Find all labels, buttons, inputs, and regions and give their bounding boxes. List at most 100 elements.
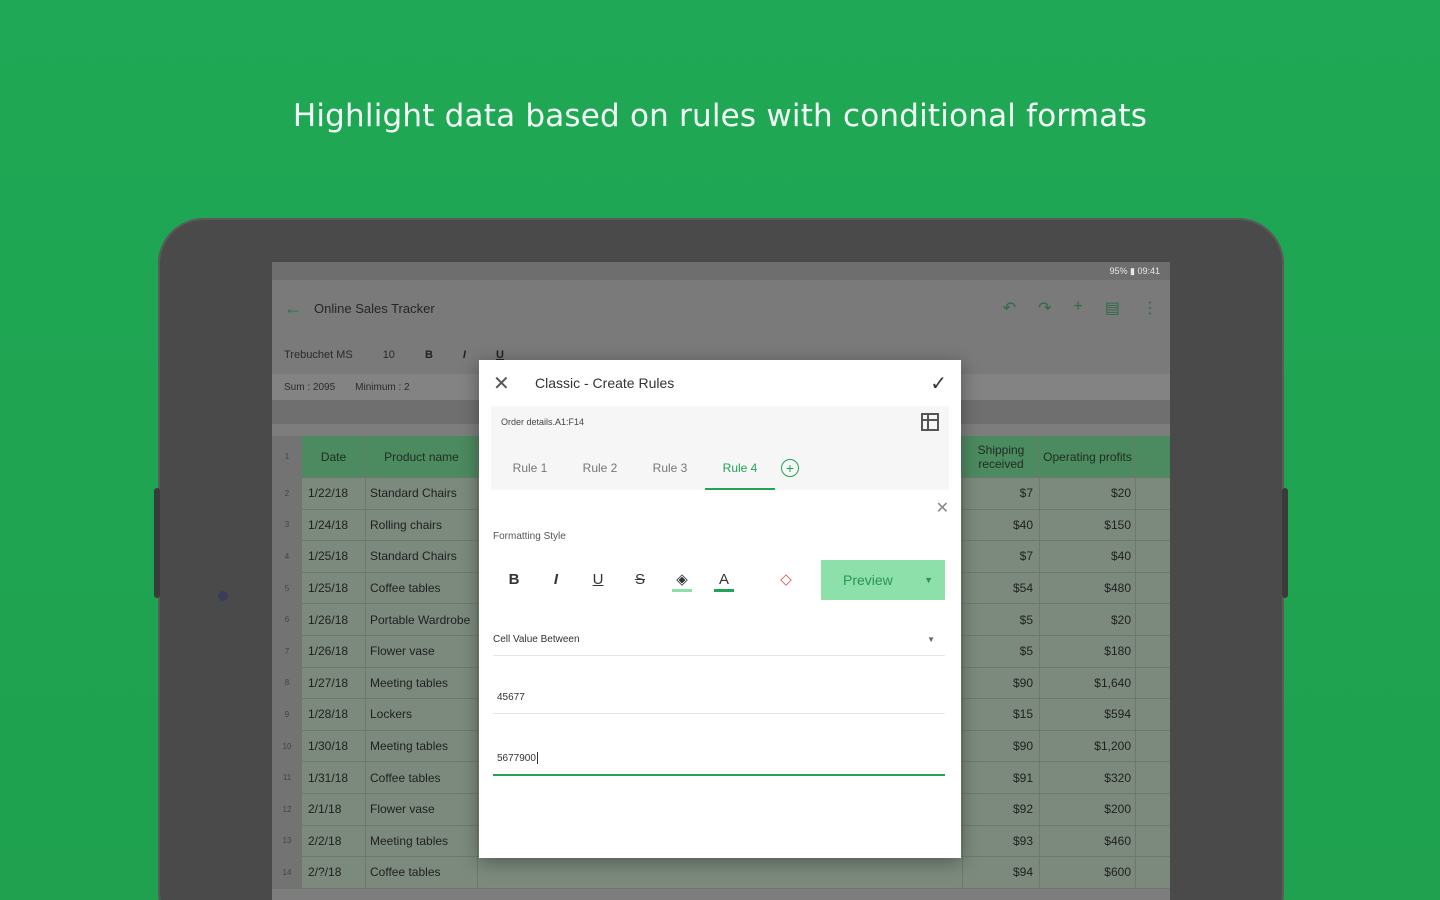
cell-product[interactable]: Rolling chairs — [366, 509, 478, 541]
dropdown-arrow-icon: ▼ — [927, 635, 935, 644]
cell-profit[interactable]: $1,200 — [1040, 730, 1136, 762]
minimum-value: Minimum : 2 — [355, 381, 410, 393]
row-number: 3 — [272, 509, 302, 541]
cell-shipping[interactable]: $93 — [962, 825, 1040, 857]
value-max-input[interactable]: 5677900 — [493, 742, 945, 776]
delete-rule-icon[interactable]: ✕ — [936, 498, 949, 518]
header-date[interactable]: Date — [302, 436, 366, 477]
row-number: 13 — [272, 825, 302, 857]
cell-profit[interactable]: $150 — [1040, 509, 1136, 541]
value-min-input[interactable]: 45677 — [493, 682, 945, 714]
cell-profit[interactable]: $180 — [1040, 635, 1136, 667]
cell-date[interactable]: 1/24/18 — [302, 509, 366, 541]
cell-product[interactable]: Standard Chairs — [366, 541, 478, 572]
bold-style-icon[interactable]: B — [493, 558, 535, 600]
tab-rule-4[interactable]: Rule 4 — [705, 446, 775, 490]
row-number: 9 — [272, 699, 302, 730]
sheet-icon[interactable]: ▤ — [1105, 298, 1120, 318]
add-rule-icon[interactable]: + — [781, 459, 799, 477]
rule-tabs: Rule 1 Rule 2 Rule 3 Rule 4 + — [491, 438, 949, 490]
cell-product[interactable]: Coffee tables — [366, 857, 478, 888]
cell-date[interactable]: 1/26/18 — [302, 604, 366, 635]
cell-shipping[interactable]: $90 — [962, 730, 1040, 762]
condition-select[interactable]: Cell Value Between ▼ — [493, 624, 945, 656]
preview-button[interactable]: Preview ▼ — [821, 560, 945, 600]
cell-shipping[interactable]: $91 — [962, 762, 1040, 793]
cell-shipping[interactable]: $54 — [962, 572, 1040, 604]
underline-style-icon[interactable]: U — [577, 558, 619, 600]
font-size-select[interactable]: 10 — [383, 349, 395, 361]
cell-profit[interactable]: $600 — [1040, 857, 1136, 888]
bold-icon[interactable]: B — [425, 349, 433, 361]
cell-profit[interactable]: $40 — [1040, 541, 1136, 572]
cell-date[interactable]: 2/2/18 — [302, 825, 366, 857]
cell-date[interactable]: 1/22/18 — [302, 478, 366, 509]
confirm-check-icon[interactable]: ✓ — [930, 371, 947, 396]
range-field[interactable]: Order details.A1:F14 — [491, 406, 949, 438]
preview-dropdown-icon[interactable]: ▼ — [924, 575, 933, 585]
cell-shipping[interactable]: $92 — [962, 793, 1040, 825]
add-icon[interactable]: + — [1074, 298, 1083, 318]
cell-product[interactable]: Flower vase — [366, 793, 478, 825]
cell-shipping[interactable]: $40 — [962, 509, 1040, 541]
cell-date[interactable]: 1/30/18 — [302, 730, 366, 762]
tab-rule-2[interactable]: Rule 2 — [565, 446, 635, 490]
tab-rule-3[interactable]: Rule 3 — [635, 446, 705, 490]
italic-icon[interactable]: I — [463, 349, 466, 361]
more-icon[interactable]: ⋮ — [1142, 298, 1158, 318]
text-color-icon[interactable]: A — [703, 558, 745, 600]
header-product[interactable]: Product name — [366, 436, 478, 477]
cell-date[interactable]: 1/28/18 — [302, 699, 366, 730]
cell-shipping[interactable]: $5 — [962, 604, 1040, 635]
cell-product[interactable]: Lockers — [366, 699, 478, 730]
cell-product[interactable]: Meeting tables — [366, 730, 478, 762]
redo-icon[interactable]: ↷ — [1038, 298, 1051, 318]
cell-profit[interactable]: $20 — [1040, 478, 1136, 509]
cell-product[interactable]: Meeting tables — [366, 667, 478, 699]
italic-style-icon[interactable]: I — [535, 558, 577, 600]
cell-date[interactable]: 2/1/18 — [302, 793, 366, 825]
cell-product[interactable]: Flower vase — [366, 635, 478, 667]
fill-color-icon[interactable]: ◈ — [661, 558, 703, 600]
cell-product[interactable]: Standard Chairs — [366, 478, 478, 509]
cell-date[interactable]: 1/31/18 — [302, 762, 366, 793]
back-arrow-icon[interactable]: ← — [284, 298, 314, 319]
cell-product[interactable]: Coffee tables — [366, 572, 478, 604]
status-bar: 95% ▮ 09:41 — [272, 262, 1170, 280]
cell-product[interactable]: Coffee tables — [366, 762, 478, 793]
cell-shipping[interactable]: $94 — [962, 857, 1040, 888]
tablet-button-right — [1282, 488, 1288, 598]
strikethrough-icon[interactable]: S — [619, 558, 661, 600]
cell-date[interactable]: 1/25/18 — [302, 541, 366, 572]
app-actions: ↶ ↷ + ▤ ⋮ — [1003, 298, 1158, 318]
row-number: 8 — [272, 667, 302, 699]
cell-date[interactable]: 1/26/18 — [302, 635, 366, 667]
cell-profit[interactable]: $200 — [1040, 793, 1136, 825]
header-shipping[interactable]: Shipping received — [962, 436, 1040, 477]
cell-shipping[interactable]: $7 — [962, 541, 1040, 572]
cell-profit[interactable]: $460 — [1040, 825, 1136, 857]
formatting-style-label: Formatting Style — [493, 531, 566, 542]
range-select-icon[interactable] — [921, 413, 939, 431]
cell-product[interactable]: Portable Wardrobe — [366, 604, 478, 635]
eraser-icon[interactable]: ◇ — [765, 558, 807, 600]
close-icon[interactable]: ✕ — [493, 371, 535, 396]
cell-profit[interactable]: $480 — [1040, 572, 1136, 604]
cell-profit[interactable]: $1,640 — [1040, 667, 1136, 699]
cell-shipping[interactable]: $7 — [962, 478, 1040, 509]
cell-profit[interactable]: $594 — [1040, 699, 1136, 730]
cell-date[interactable]: 1/25/18 — [302, 572, 366, 604]
cell-shipping[interactable]: $90 — [962, 667, 1040, 699]
cell-shipping[interactable]: $15 — [962, 699, 1040, 730]
cell-profit[interactable]: $20 — [1040, 604, 1136, 635]
header-profit[interactable]: Operating profits — [1040, 436, 1136, 477]
undo-icon[interactable]: ↶ — [1003, 298, 1016, 318]
cell-date[interactable]: 2/?/18 — [302, 857, 366, 888]
sum-value: Sum : 2095 — [284, 381, 336, 393]
cell-product[interactable]: Meeting tables — [366, 825, 478, 857]
cell-profit[interactable]: $320 — [1040, 762, 1136, 793]
cell-shipping[interactable]: $5 — [962, 635, 1040, 667]
tab-rule-1[interactable]: Rule 1 — [495, 446, 565, 490]
cell-date[interactable]: 1/27/18 — [302, 667, 366, 699]
font-select[interactable]: Trebuchet MS — [284, 349, 353, 361]
